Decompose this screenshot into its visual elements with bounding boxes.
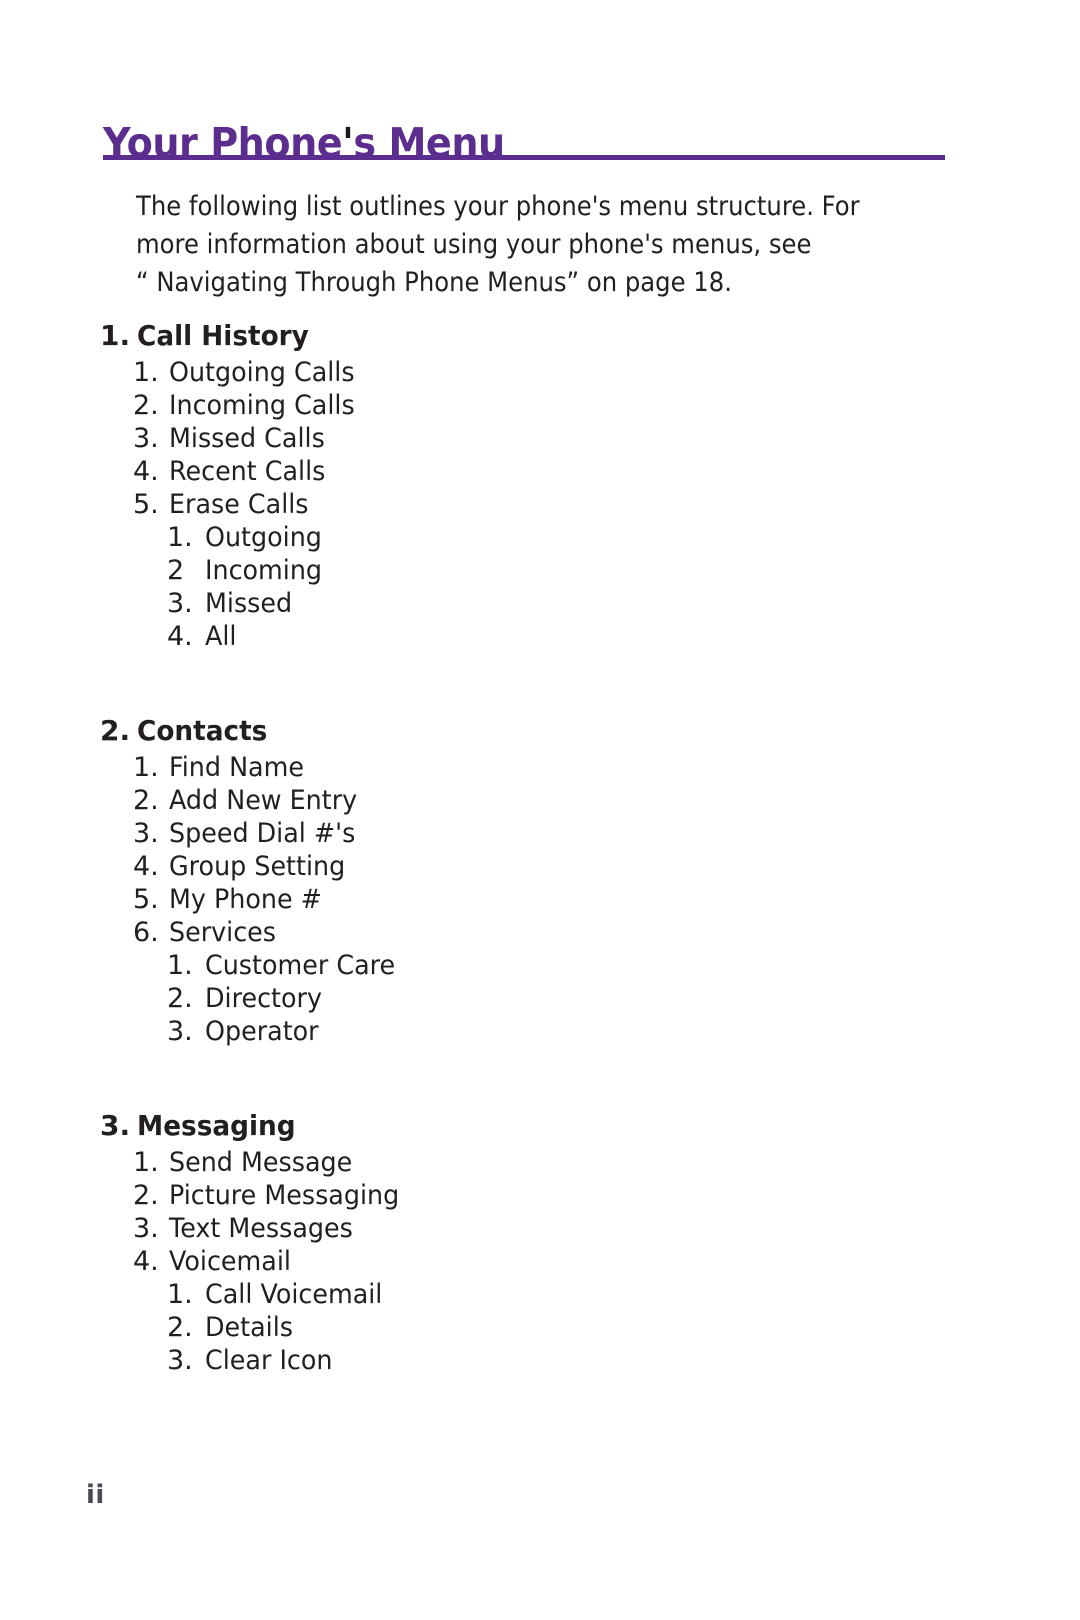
intro-line-1: The following list outlines your phone's…: [136, 191, 860, 222]
menu-item-level2-number: 2.: [133, 390, 159, 421]
menu-item-level2: 1. Outgoing Calls: [0, 356, 1080, 389]
section-heading-number: 1.: [100, 319, 131, 352]
menu-section: 1. Call History 1. Outgoing Calls 2. Incoming…: [0, 316, 1080, 653]
section-heading: 3. Messaging: [0, 1106, 1080, 1146]
menu-item-level3-label: Call Voicemail: [205, 1279, 383, 1310]
menu-item-level2-number: 4.: [133, 851, 159, 882]
menu-item-level3: 1. Customer Care: [0, 949, 1080, 982]
menu-item-level2-number: 3.: [133, 1213, 159, 1244]
page-title: Your Phone's Menu: [103, 119, 505, 167]
menu-item-level2-label: Outgoing Calls: [169, 357, 355, 388]
menu-item-level2-number: 2.: [133, 1180, 159, 1211]
menu-item-level3-number: 3.: [167, 1345, 193, 1376]
menu-item-level2-label: Send Message: [169, 1147, 353, 1178]
menu-item-level3: 2. Directory: [0, 982, 1080, 1015]
menu-item-level3-label: Clear Icon: [205, 1345, 333, 1376]
page-number: ii: [86, 1480, 105, 1510]
menu-item-level2-number: 6.: [133, 917, 159, 948]
menu-item-level2-label: Find Name: [169, 752, 304, 783]
menu-item-level3: 1. Outgoing: [0, 521, 1080, 554]
menu-item-level3: 4. All: [0, 620, 1080, 653]
menu-item-level2-label: Group Setting: [169, 851, 346, 882]
menu-item-level3-label: Customer Care: [205, 950, 396, 981]
menu-item-level2-label: Speed Dial #'s: [169, 818, 356, 849]
menu-item-level3-label: Directory: [205, 983, 322, 1014]
menu-item-level2-label: Add New Entry: [169, 785, 358, 816]
menu-item-level2: 3. Speed Dial #'s: [0, 817, 1080, 850]
menu-item-level2-label: My Phone #: [169, 884, 322, 915]
menu-item-level2-number: 3.: [133, 423, 159, 454]
menu-item-level3-number: 3.: [167, 588, 193, 619]
menu-item-level3-label: Incoming: [205, 555, 323, 586]
menu-item-level2-number: 2.: [133, 785, 159, 816]
section-heading-label: Messaging: [137, 1109, 296, 1142]
menu-item-level2-label: Missed Calls: [169, 423, 325, 454]
menu-item-level2: 3. Text Messages: [0, 1212, 1080, 1245]
section-heading: 2. Contacts: [0, 711, 1080, 751]
menu-item-level3-number: 4.: [167, 621, 193, 652]
intro-line-3: “ Navigating Through Phone Menus” on pag…: [136, 267, 732, 298]
menu-item-level3-number: 2.: [167, 983, 193, 1014]
menu-item-level3-label: All: [205, 621, 237, 652]
menu-item-level2: 3. Missed Calls: [0, 422, 1080, 455]
menu-item-level3-number: 2.: [167, 1312, 193, 1343]
menu-item-level2-label: Recent Calls: [169, 456, 326, 487]
menu-item-level3: 3. Missed: [0, 587, 1080, 620]
menu-item-level2: 4. Recent Calls: [0, 455, 1080, 488]
menu-item-level3-number: 3.: [167, 1016, 193, 1047]
menu-item-level3-number: 1.: [167, 950, 193, 981]
menu-section: 2. Contacts 1. Find Name 2. Add New Entry 3. Sp…: [0, 711, 1080, 1048]
menu-item-level2-number: 1.: [133, 1147, 159, 1178]
menu-item-level3-label: Outgoing: [205, 522, 322, 553]
menu-item-level2-number: 4.: [133, 1246, 159, 1277]
menu-item-level2-label: Voicemail: [169, 1246, 291, 1277]
menu-item-level3: 2. Details: [0, 1311, 1080, 1344]
menu-item-level2-number: 1.: [133, 752, 159, 783]
menu-item-level2: 4. Group Setting: [0, 850, 1080, 883]
menu-item-level3: 2 Incoming: [0, 554, 1080, 587]
menu-item-level3-number: 2: [167, 555, 185, 586]
menu-item-level2: 1. Find Name: [0, 751, 1080, 784]
menu-item-level3-label: Missed: [205, 588, 293, 619]
menu-item-level2-number: 5.: [133, 489, 159, 520]
menu-item-level2-label: Services: [169, 917, 277, 948]
menu-item-level3-number: 1.: [167, 522, 193, 553]
menu-item-level2-label: Picture Messaging: [169, 1180, 400, 1211]
menu-item-level2: 1. Send Message: [0, 1146, 1080, 1179]
menu-outline-list: 1. Call History 1. Outgoing Calls 2. Incoming…: [0, 316, 1080, 1377]
section-heading-label: Contacts: [137, 714, 268, 747]
menu-item-level2: 5. Erase Calls: [0, 488, 1080, 521]
menu-item-level2-label: Erase Calls: [169, 489, 309, 520]
menu-item-level2: 6. Services: [0, 916, 1080, 949]
menu-item-level3-label: Details: [205, 1312, 293, 1343]
menu-item-level2-number: 3.: [133, 818, 159, 849]
section-heading: 1. Call History: [0, 316, 1080, 356]
menu-item-level2-number: 4.: [133, 456, 159, 487]
title-divider-rule: [103, 155, 945, 160]
section-heading-number: 2.: [100, 714, 131, 747]
menu-item-level2: 2. Add New Entry: [0, 784, 1080, 817]
menu-item-level3-label: Operator: [205, 1016, 319, 1047]
menu-item-level2: 5. My Phone #: [0, 883, 1080, 916]
menu-item-level2-label: Incoming Calls: [169, 390, 355, 421]
section-heading-number: 3.: [100, 1109, 131, 1142]
menu-item-level2: 4. Voicemail: [0, 1245, 1080, 1278]
menu-item-level2-label: Text Messages: [169, 1213, 353, 1244]
manual-page: Your Phone's Menu The following list out…: [0, 0, 1080, 1620]
page-title-text: Your Phone's Menu: [103, 119, 505, 168]
menu-item-level3: 1. Call Voicemail: [0, 1278, 1080, 1311]
menu-item-level2-number: 1.: [133, 357, 159, 388]
menu-item-level2: 2. Picture Messaging: [0, 1179, 1080, 1212]
menu-item-level3-number: 1.: [167, 1279, 193, 1310]
intro-line-2: more information about using your phone'…: [136, 229, 812, 260]
section-heading-label: Call History: [137, 319, 309, 352]
menu-item-level3: 3. Operator: [0, 1015, 1080, 1048]
menu-item-level2-number: 5.: [133, 884, 159, 915]
menu-item-level3: 3. Clear Icon: [0, 1344, 1080, 1377]
intro-paragraph: The following list outlines your phone's…: [136, 188, 860, 302]
menu-section: 3. Messaging 1. Send Message 2. Picture Messa…: [0, 1106, 1080, 1377]
menu-item-level2: 2. Incoming Calls: [0, 389, 1080, 422]
